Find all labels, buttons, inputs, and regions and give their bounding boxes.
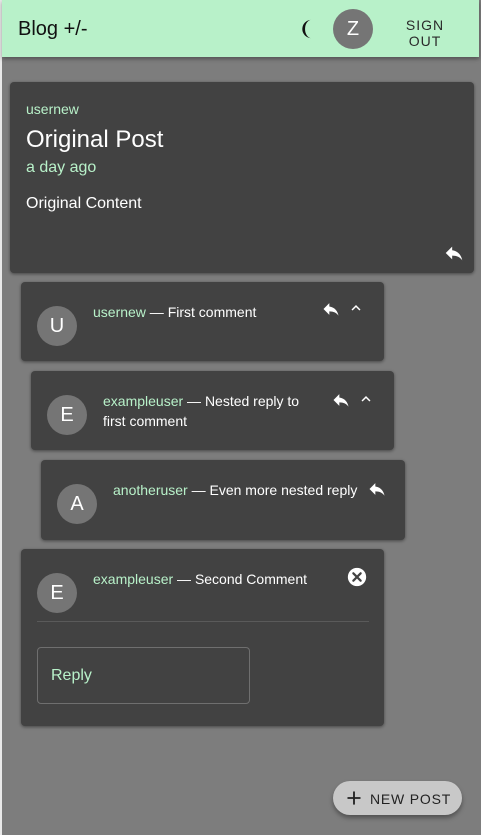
comment-separator: — bbox=[145, 304, 168, 320]
comment-text: usernew — First comment bbox=[93, 302, 303, 322]
comment-text: exampleuser — Nested reply to first comm… bbox=[103, 391, 318, 431]
app-title: Blog +/- bbox=[18, 18, 88, 40]
reply-input[interactable]: Reply bbox=[37, 647, 250, 704]
reply-icon[interactable] bbox=[367, 479, 387, 499]
user-avatar-initial: Z bbox=[346, 17, 360, 40]
post-author[interactable]: usernew bbox=[26, 101, 79, 117]
comment-author[interactable]: exampleuser bbox=[103, 393, 183, 409]
comment-avatar: U bbox=[37, 306, 77, 346]
post-title: Original Post bbox=[26, 126, 164, 153]
comment-author[interactable]: usernew bbox=[93, 304, 146, 320]
comment-card: A anotheruser — Even more nested reply bbox=[41, 460, 405, 540]
chevron-up-icon[interactable] bbox=[357, 390, 375, 408]
post-timestamp: a day ago bbox=[26, 159, 97, 176]
comment-card: E exampleuser — Second Comment Reply bbox=[21, 549, 384, 726]
comment-avatar-initial: E bbox=[50, 581, 64, 604]
post-card: usernew Original Post a day ago Original… bbox=[10, 82, 474, 273]
comment-card: E exampleuser — Nested reply to first co… bbox=[31, 371, 394, 450]
post-content: Original Content bbox=[26, 195, 142, 212]
sign-out-button[interactable]: SIGN OUT bbox=[382, 16, 468, 49]
comment-avatar-initial: A bbox=[70, 492, 84, 515]
comment-author[interactable]: exampleuser bbox=[93, 571, 173, 587]
comment-separator: — bbox=[173, 571, 195, 587]
comment-body: First comment bbox=[167, 304, 257, 320]
reply-icon[interactable] bbox=[331, 390, 351, 410]
app-bar: Blog +/- Z SIGN OUT bbox=[2, 0, 479, 57]
close-icon[interactable] bbox=[346, 566, 368, 588]
comment-text: anotheruser — Even more nested reply bbox=[113, 480, 363, 500]
new-post-label: NEW POST bbox=[370, 791, 452, 807]
comment-avatar: E bbox=[47, 395, 87, 435]
comment-avatar-initial: U bbox=[49, 314, 65, 337]
reply-icon[interactable] bbox=[321, 299, 341, 319]
window-edge bbox=[0, 0, 2, 835]
comment-separator: — bbox=[187, 482, 210, 498]
moon-icon[interactable] bbox=[300, 18, 322, 40]
comment-card: U usernew — First comment bbox=[21, 282, 384, 361]
reply-input-label: Reply bbox=[51, 667, 92, 684]
comment-body: Second Comment bbox=[194, 571, 307, 587]
comment-text: exampleuser — Second Comment bbox=[93, 569, 333, 589]
comment-author[interactable]: anotheruser bbox=[113, 482, 188, 498]
chevron-up-icon[interactable] bbox=[347, 299, 365, 317]
comment-separator: — bbox=[183, 393, 205, 409]
reply-icon[interactable] bbox=[443, 242, 465, 264]
plus-icon bbox=[347, 791, 361, 805]
comment-avatar: A bbox=[57, 484, 97, 524]
comment-avatar: E bbox=[37, 573, 77, 613]
comment-avatar-initial: E bbox=[60, 403, 74, 426]
user-avatar[interactable]: Z bbox=[333, 9, 373, 49]
divider bbox=[37, 621, 369, 622]
comment-body: Even more nested reply bbox=[209, 482, 358, 498]
new-post-button[interactable]: NEW POST bbox=[333, 781, 462, 815]
